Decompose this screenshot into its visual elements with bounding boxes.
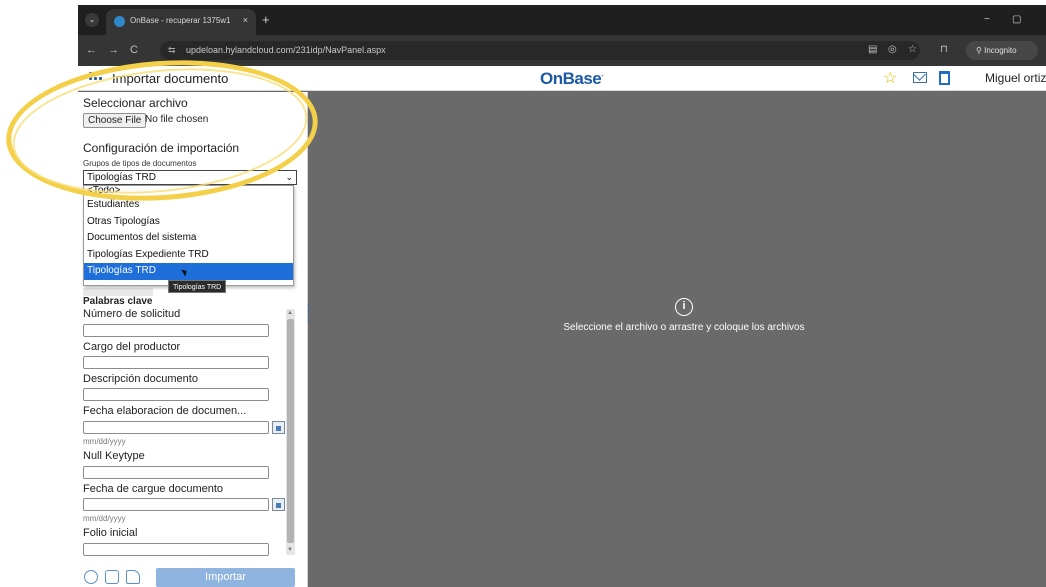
trash-icon[interactable] [939,71,950,85]
app-grid-icon[interactable] [89,72,103,84]
scrollbar-thumb[interactable] [287,319,294,543]
onbase-logo: OnBase• [540,69,603,88]
scroll-up-icon[interactable]: ▲ [287,310,293,316]
dropdown-option[interactable]: Tipologías Expediente TRD [84,247,293,264]
browser-window: ⌄ OnBase - recuperar 1375w1b × + − ▢ ← →… [78,5,1046,587]
favorites-star-icon[interactable]: ☆ [883,68,897,88]
date-format-hint: mm/dd/yyyy [83,514,126,523]
keyword-label: Número de solicitud [83,308,181,320]
minimize-icon[interactable]: − [984,14,990,25]
tab-search-icon[interactable]: ⌄ [85,13,99,27]
onbase-favicon-icon [114,16,125,27]
keyword-input-fecha-cargue[interactable] [83,498,269,511]
keyword-label: Null Keytype [83,450,145,462]
app-header: Importar documento OnBase• ☆ Miguel orti… [78,66,1046,91]
doc-type-group-select[interactable]: Tipologías TRD ⌄ [83,170,297,185]
reload-icon[interactable]: C [130,44,138,56]
chevron-down-icon: ⌄ [285,172,293,182]
incognito-label: Incognito [984,46,1017,55]
translate-icon[interactable]: ▤ [868,44,877,55]
drop-zone[interactable]: i Seleccione el archivo o arrastre y col… [309,92,1046,587]
attach-icon[interactable] [105,570,119,584]
obscured-field [83,288,153,296]
calendar-icon[interactable] [272,498,285,511]
import-config-heading: Configuración de importación [83,141,240,155]
keyword-input-descripcion[interactable] [83,388,269,401]
incognito-badge[interactable]: ⚲ Incognito [966,41,1038,60]
drop-message: Seleccione el archivo o arrastre y coloq… [563,322,805,333]
scroll-down-icon[interactable]: ▼ [287,547,293,553]
keywords-list: Número de solicitud Cargo del productor … [78,305,306,560]
site-info-icon[interactable]: ⇆ [168,45,176,56]
date-format-hint: mm/dd/yyyy [83,437,126,446]
doc-type-group-dropdown: <Todo> Estudiantes Otras Tipologías Docu… [83,185,294,286]
page-title: Importar documento [112,71,229,86]
eye-off-icon[interactable]: ◎ [888,44,897,55]
keyword-input-fecha-elaboracion[interactable] [83,421,269,434]
browser-tab[interactable]: OnBase - recuperar 1375w1b × [106,9,256,35]
restore-icon[interactable]: ▢ [1012,14,1021,25]
browser-toolbar: ← → C ⇆ updeloan.hylandcloud.com/231idp/… [78,35,1046,66]
info-icon: i [675,298,693,316]
bookmark-star-icon[interactable]: ☆ [908,44,917,55]
import-panel: Seleccionar archivo Choose File No file … [78,92,308,587]
choose-file-button[interactable]: Choose File [83,113,147,128]
url-text: updeloan.hylandcloud.com/231idp/NavPanel… [186,45,386,55]
import-actions: Importar [78,564,307,587]
doc-type-group-label: Grupos de tipos de documentos [83,159,197,168]
dropdown-option[interactable]: Otras Tipologías [84,214,293,231]
extensions-icon[interactable]: ⊓ [940,44,948,55]
import-button[interactable]: Importar [156,568,295,587]
user-search-icon[interactable] [126,570,140,584]
keyword-label: Folio inicial [83,527,138,539]
tab-title: OnBase - recuperar 1375w1b [130,16,230,25]
browser-tabstrip: ⌄ OnBase - recuperar 1375w1b × + − ▢ [78,5,1046,35]
keyword-input-numero-solicitud[interactable] [83,324,269,337]
screenshot-stage: ⌄ OnBase - recuperar 1375w1b × + − ▢ ← →… [0,0,1046,587]
back-icon[interactable]: ← [86,44,97,56]
keyword-label: Descripción documento [83,373,198,385]
no-file-text: No file chosen [145,114,209,125]
option-tooltip: Tipologías TRD [168,280,227,293]
select-file-heading: Seleccionar archivo [83,96,188,110]
dropdown-option[interactable]: <Todo> [84,186,293,197]
keyword-label: Cargo del productor [83,341,181,353]
dropdown-option[interactable]: Estudiantes [84,197,293,214]
keyword-input-cargo-productor[interactable] [83,356,269,369]
scan-icon[interactable] [84,570,98,584]
keyword-label: Fecha de cargue documento [83,483,224,495]
mail-icon[interactable] [913,72,927,83]
new-tab-icon[interactable]: + [262,12,270,27]
dropdown-option[interactable]: Documentos del sistema [84,230,293,247]
address-bar[interactable]: ⇆ updeloan.hylandcloud.com/231idp/NavPan… [160,41,920,60]
forward-icon[interactable]: → [108,44,119,56]
keywords-scrollbar[interactable]: ▲ ▼ [286,309,295,555]
calendar-icon[interactable] [272,421,285,434]
user-menu[interactable]: Miguel ortiz ⌄ [985,71,1046,85]
keyword-input-null-keytype[interactable] [83,466,269,479]
tab-close-icon[interactable]: × [243,15,248,25]
incognito-icon: ⚲ [976,46,985,55]
keyword-label: Fecha elaboracion de documen... [83,405,247,417]
dropdown-option-selected[interactable]: Tipologías TRD [84,263,293,280]
keyword-input-folio-inicial[interactable] [83,543,269,556]
